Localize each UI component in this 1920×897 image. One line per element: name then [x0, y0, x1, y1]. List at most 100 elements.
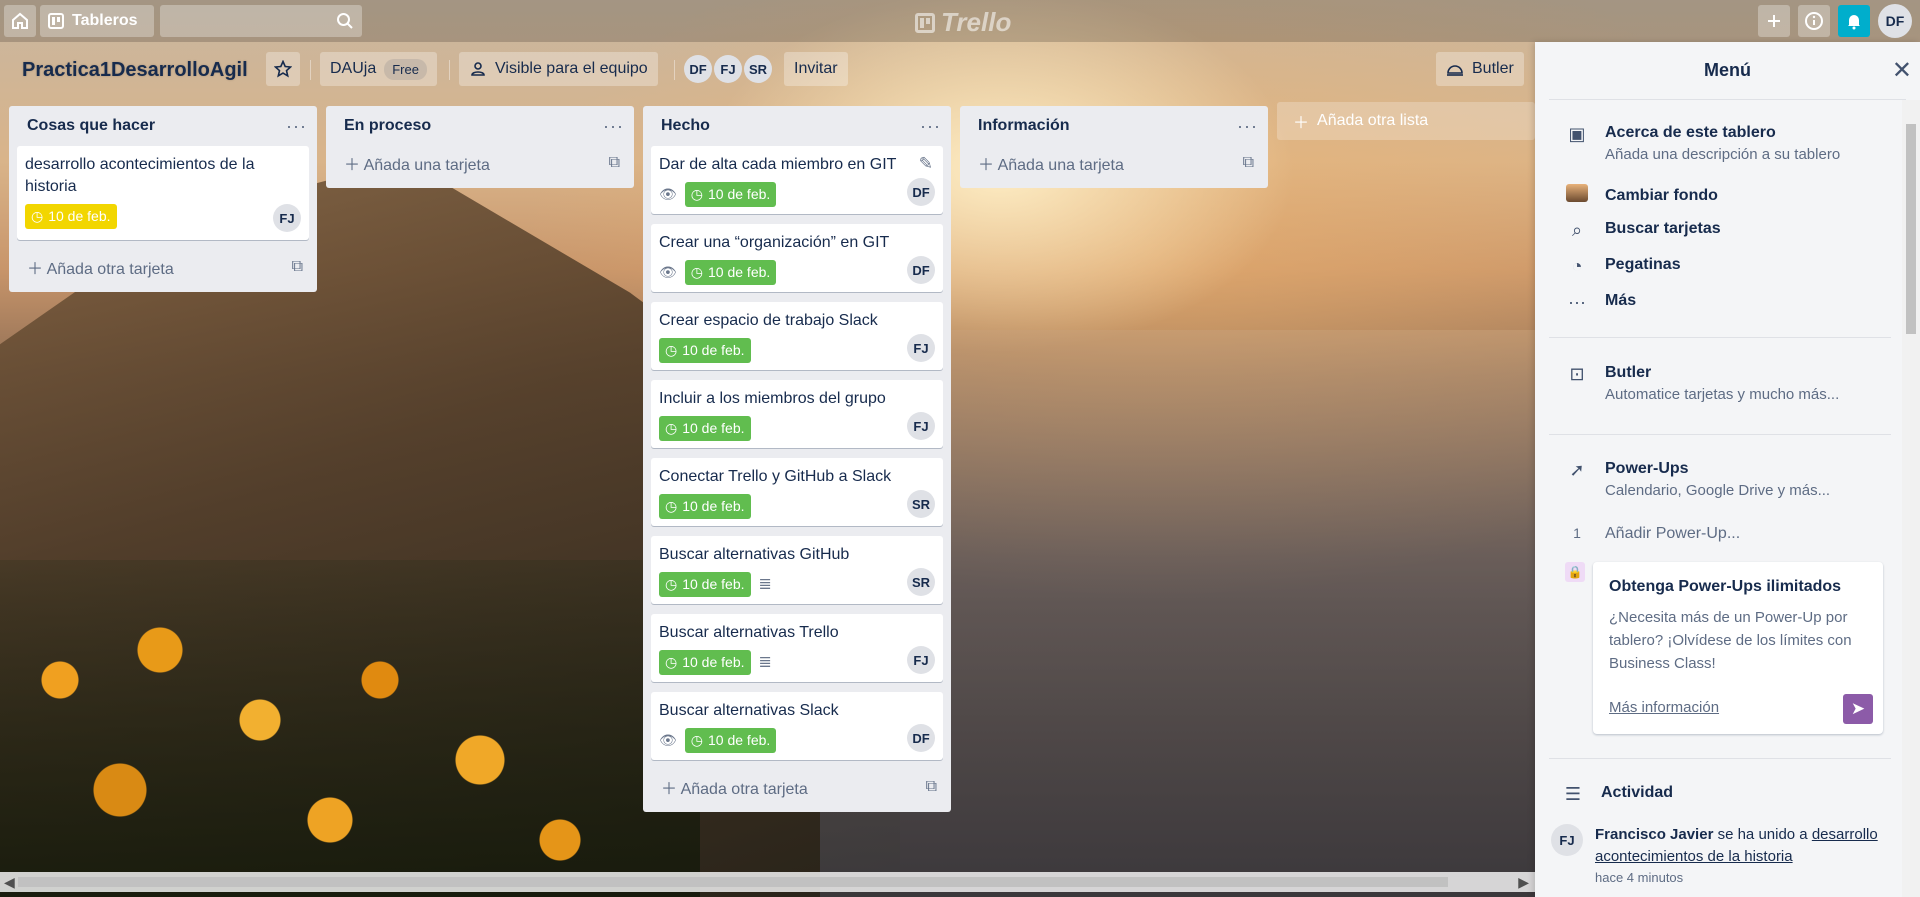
invite-button[interactable]: Invitar [784, 52, 848, 86]
card[interactable]: Crear espacio de trabajo Slack ◷ 10 de fe… [651, 302, 943, 370]
card-template-icon[interactable]: ⧉ [1243, 154, 1254, 172]
menu-item-butler[interactable]: ⊡ Butler Automatice tarjetas y mucho más… [1565, 364, 1839, 403]
card-member-avatar[interactable]: SR [907, 568, 935, 596]
powerups-promo-card: Obtenga Power-Ups ilimitados ¿Necesita m… [1593, 562, 1883, 734]
card-member-avatar[interactable]: FJ [907, 412, 935, 440]
member-avatar[interactable]: FJ [714, 55, 742, 83]
visibility-button[interactable]: Visible para el equipo [459, 52, 658, 86]
card-member-avatar[interactable]: FJ [273, 204, 301, 232]
close-icon[interactable]: ✕ [1892, 56, 1912, 85]
card-member-avatar[interactable]: SR [907, 490, 935, 518]
card[interactable]: Buscar alternativas Slack 👁 ◷ 10 de feb. … [651, 692, 943, 760]
due-date-badge[interactable]: ◷ 10 de feb. [659, 337, 751, 363]
list-header[interactable]: Cosas que hacer ··· [17, 106, 309, 146]
info-button[interactable] [1798, 5, 1830, 37]
card-member-avatar[interactable]: FJ [907, 334, 935, 362]
activity-avatar[interactable]: FJ [1551, 824, 1583, 856]
notifications-button[interactable] [1838, 5, 1870, 37]
due-date-badge[interactable]: ◷ 10 de feb. [659, 415, 751, 441]
menu-item-search-cards[interactable]: ⌕ Buscar tarjetas [1565, 220, 1721, 241]
card-template-icon[interactable]: ⧉ [292, 258, 303, 276]
star-button[interactable] [266, 52, 300, 86]
boards-icon [48, 13, 64, 29]
list-header[interactable]: Información ··· [968, 106, 1260, 146]
menu-item-more[interactable]: ··· Más [1565, 292, 1636, 313]
card[interactable]: Incluir a los miembros del grupo ◷ 10 de … [651, 380, 943, 448]
add-list-button[interactable]: ＋ Añada otra lista [1277, 102, 1535, 140]
divider [1549, 434, 1891, 435]
list-header[interactable]: Hecho ··· [651, 106, 943, 146]
clock-icon: ◷ [665, 653, 678, 670]
horizontal-scrollbar[interactable]: ◀ ▶ [0, 872, 1535, 892]
activity-action: se ha unido a [1717, 826, 1808, 843]
scroll-left-icon[interactable]: ◀ [4, 874, 15, 891]
edit-icon[interactable]: ✎ [919, 154, 933, 174]
card[interactable]: Buscar alternativas Trello ◷ 10 de feb. ≣… [651, 614, 943, 682]
card[interactable]: desarrollo acontecimientos de la histori… [17, 146, 309, 240]
due-date-badge[interactable]: ◷ 10 de feb. [684, 259, 777, 285]
due-date-badge[interactable]: ◷ 10 de feb. [659, 571, 751, 597]
card-member-avatar[interactable]: DF [907, 724, 935, 752]
watch-icon: 👁 [659, 263, 677, 280]
team-button[interactable]: DAUja Free [320, 52, 437, 86]
boards-button[interactable]: Tableros [40, 5, 154, 37]
list-header[interactable]: En proceso ··· [334, 106, 626, 146]
more-icon: ··· [1568, 292, 1586, 312]
promo-link[interactable]: Más información [1609, 699, 1719, 716]
add-card-button[interactable]: ＋ Añada otra tarjeta ⧉ [651, 770, 943, 804]
list-menu-icon[interactable]: ··· [920, 116, 941, 137]
menu-item-stickers[interactable]: ◔ Pegatinas [1565, 256, 1681, 277]
card-member-avatar[interactable]: DF [907, 178, 935, 206]
add-card-button[interactable]: ＋ Añada una tarjeta ⧉ [334, 146, 626, 180]
board-title[interactable]: Practica1DesarrolloAgil [22, 59, 248, 82]
scrollbar-thumb[interactable] [1906, 124, 1916, 334]
card[interactable]: Conectar Trello y GitHub a Slack ◷ 10 de … [651, 458, 943, 526]
list-title[interactable]: Cosas que hacer [27, 117, 155, 135]
lock-icon: 🔒 [1565, 562, 1585, 582]
butler-button[interactable]: Butler [1436, 52, 1524, 86]
menu-item-add-powerup[interactable]: 1 Añadir Power-Up... [1565, 525, 1740, 543]
due-date-badge[interactable]: ◷ 10 de feb. [659, 649, 751, 675]
list-menu-icon[interactable]: ··· [1237, 116, 1258, 137]
menu-item-powerups[interactable]: ➚ Power-Ups Calendario, Google Drive y m… [1565, 460, 1830, 499]
home-button[interactable] [4, 5, 36, 37]
menu-item-about[interactable]: ▣ Acerca de este tablero Añada una descr… [1565, 124, 1840, 163]
card-template-icon[interactable]: ⧉ [926, 778, 937, 796]
activity-icon: ☰ [1564, 784, 1582, 804]
add-card-button[interactable]: ＋ Añada una tarjeta ⧉ [968, 146, 1260, 180]
activity-user[interactable]: Francisco Javier [1595, 826, 1713, 843]
due-date-badge[interactable]: ◷ 10 de feb. [684, 181, 777, 207]
card[interactable]: Crear una “organización” en GIT 👁 ◷ 10 de… [651, 224, 943, 292]
list-menu-icon[interactable]: ··· [286, 116, 307, 137]
card-template-icon[interactable]: ⧉ [609, 154, 620, 172]
background-thumbnail-icon [1565, 184, 1589, 207]
card-member-avatar[interactable]: DF [907, 256, 935, 284]
scroll-right-icon[interactable]: ▶ [1518, 874, 1529, 891]
card-member-avatar[interactable]: FJ [907, 646, 935, 674]
about-subtitle: Añada una descripción a su tablero [1605, 146, 1841, 163]
search-input[interactable] [160, 5, 362, 37]
trello-logo[interactable]: Trello [915, 7, 1011, 38]
scrollbar-thumb[interactable] [18, 877, 1448, 887]
card[interactable]: Buscar alternativas GitHub ◷ 10 de feb. ≣… [651, 536, 943, 604]
divider [674, 60, 675, 80]
user-avatar[interactable]: DF [1878, 4, 1912, 38]
card-title: desarrollo acontecimientos de la histori… [25, 156, 255, 195]
card[interactable]: Dar de alta cada miembro en GIT ✎ 👁 ◷ 10 … [651, 146, 943, 214]
due-date-badge[interactable]: ◷ 10 de feb. [659, 493, 751, 519]
list-menu-icon[interactable]: ··· [603, 116, 624, 137]
create-button[interactable] [1758, 5, 1790, 37]
menu-item-change-background[interactable]: Cambiar fondo [1565, 184, 1718, 207]
due-date-badge[interactable]: ◷ 10 de feb. [684, 727, 777, 753]
due-date-badge[interactable]: ◷ 10 de feb. [25, 203, 117, 229]
member-avatar[interactable]: SR [744, 55, 772, 83]
list-title[interactable]: En proceso [344, 117, 431, 135]
bell-icon [1848, 15, 1860, 30]
menu-scrollbar[interactable] [1902, 100, 1920, 897]
member-avatar[interactable]: DF [684, 55, 712, 83]
card-badges: ◷ 10 de feb. ≣ [659, 648, 935, 676]
list-title[interactable]: Hecho [661, 117, 710, 135]
list-title[interactable]: Información [978, 117, 1070, 135]
info-icon [1805, 12, 1823, 30]
add-card-button[interactable]: ＋ Añada otra tarjeta ⧉ [17, 250, 309, 284]
